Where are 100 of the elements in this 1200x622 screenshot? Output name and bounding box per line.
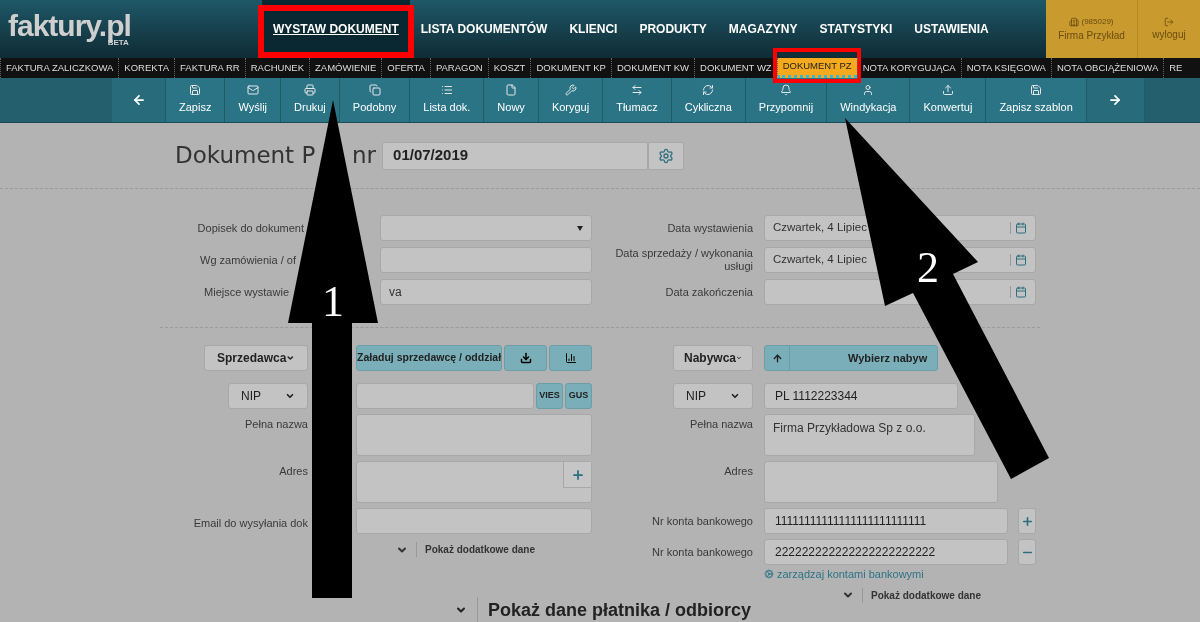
add-button[interactable]	[1018, 508, 1036, 534]
select-field[interactable]	[380, 215, 592, 241]
back-button[interactable]	[112, 78, 166, 122]
toolbar-button[interactable]: Cykliczna	[671, 78, 746, 122]
toolbar-button[interactable]: Zapisz	[166, 78, 226, 122]
arrow-left-icon	[131, 93, 146, 107]
show-more-link[interactable]: Pokaż dodatkowe dane	[416, 542, 536, 557]
choose-buyer-button[interactable]: Wybierz nabyw	[764, 345, 938, 371]
toolbar-button[interactable]: Zapisz szablon	[986, 78, 1087, 122]
nav-link[interactable]: MAGAZYNY	[717, 0, 809, 58]
toolbar-button[interactable]: Nowy	[484, 78, 539, 122]
envelope-icon	[246, 84, 259, 97]
cog-icon	[764, 569, 774, 580]
file-icon	[505, 84, 518, 97]
input-field[interactable]	[356, 508, 592, 534]
toolbar-button[interactable]: Windykacja	[827, 78, 911, 122]
text-area[interactable]: Firma Przykładowa Sp z o.o.	[764, 414, 975, 456]
toolbar-button[interactable]: Drukuj	[281, 78, 340, 122]
role-select[interactable]: Sprzedawca	[204, 345, 308, 371]
field-label: Adres	[279, 465, 308, 478]
page-title: nr	[352, 141, 377, 171]
id-type-select[interactable]: NIP	[228, 383, 308, 409]
gus-button[interactable]: GUS	[565, 383, 592, 409]
person-icon	[862, 84, 875, 97]
text-area[interactable]	[356, 461, 592, 503]
field-label: Miejsce wystawie	[204, 285, 289, 299]
field-label: Nr konta bankowego	[652, 514, 753, 528]
gear-icon	[658, 147, 675, 164]
arrow-up-icon	[771, 352, 783, 364]
calendar-icon	[1015, 286, 1027, 298]
plus-icon	[1020, 514, 1034, 528]
toolbar-button[interactable]: Wyślij	[225, 78, 282, 122]
toolbar-button[interactable]: Lista dok.	[410, 78, 485, 122]
bell-icon	[780, 84, 792, 97]
field-label: Email do wysyłania dok	[193, 516, 308, 530]
save-icon	[1030, 84, 1043, 97]
input-field[interactable]: 222222222222222222222222	[764, 539, 1008, 565]
field-label: Pełna nazwa	[690, 418, 753, 431]
vies-button[interactable]: VIES	[536, 383, 563, 409]
input-field[interactable]	[356, 383, 534, 409]
document-type-tab[interactable]: DOKUMENT PZ	[776, 58, 857, 78]
field-label: Dopisek do dokument	[197, 221, 304, 235]
toolbar-button[interactable]: Konwertuj	[910, 78, 987, 122]
load-seller-button[interactable]: Załaduj sprzedawcę / oddział	[356, 345, 503, 371]
chart-button[interactable]	[549, 345, 592, 371]
download-icon	[519, 352, 532, 364]
show-payer-link[interactable]: Pokaż dane płatnika / odbiorcy	[477, 596, 752, 622]
toolbar-button[interactable]: Tłumacz	[603, 78, 672, 122]
annotation-number: 1	[322, 277, 344, 326]
list-icon	[440, 84, 453, 97]
toolbar-button[interactable]: Przypomnij	[745, 78, 828, 122]
nav-link[interactable]: PRODUKTY	[628, 0, 718, 58]
field-label: Data wystawienia	[667, 221, 753, 235]
field-label: Nr konta bankowego	[652, 545, 753, 559]
field-label: Pełna nazwa	[245, 418, 308, 431]
building-icon	[1069, 16, 1080, 27]
nav-link[interactable]: KLIENCI	[558, 0, 629, 58]
wrench-icon	[564, 84, 577, 97]
role-select[interactable]: Nabywca	[673, 345, 753, 371]
field-label: Wg zamówienia / of	[200, 253, 296, 267]
printer-icon	[303, 84, 316, 97]
toolbar-button[interactable]: Koryguj	[538, 78, 604, 122]
settings-button[interactable]	[648, 141, 685, 170]
input-field[interactable]: 11111111111111111111111111	[764, 508, 1008, 534]
annotation-number: 2	[917, 243, 939, 292]
text-area[interactable]	[764, 461, 998, 503]
add-button[interactable]	[563, 462, 591, 488]
caret-icon	[286, 353, 295, 363]
copy-icon	[368, 84, 381, 97]
arrow-right-icon	[1108, 93, 1123, 107]
toolbar-button[interactable]: Podobny	[339, 78, 411, 122]
id-type-select[interactable]: NIP	[673, 383, 753, 409]
nav-link[interactable]: USTAWIENIA	[903, 0, 1000, 58]
download-button[interactable]	[504, 345, 548, 371]
logout-icon	[1164, 16, 1174, 27]
bar-chart-icon	[564, 352, 577, 364]
dropdown-caret-icon	[577, 225, 583, 231]
number-field[interactable]: 01/07/2019	[382, 141, 649, 170]
forward-button[interactable]	[1086, 78, 1145, 122]
field-label: Data zakończenia	[665, 285, 753, 299]
page-title: Dokument P	[175, 141, 316, 171]
upload-icon	[941, 84, 954, 97]
remove-button[interactable]	[1018, 539, 1036, 565]
caret-icon	[730, 391, 740, 401]
caret-icon	[285, 391, 295, 401]
calendar-icon	[1015, 254, 1027, 266]
save-icon	[189, 84, 202, 97]
input-field[interactable]: va	[380, 279, 592, 305]
field-label: Data sprzedaży / wykonania usługi	[614, 247, 753, 273]
input-field[interactable]	[380, 247, 592, 273]
input-field[interactable]: PL 1112223344	[764, 383, 958, 409]
plus-icon	[570, 467, 585, 482]
text-area[interactable]	[356, 414, 592, 456]
field-label: Adres	[724, 465, 753, 478]
show-more-link[interactable]: Pokaż dodatkowe dane	[862, 587, 982, 603]
refresh-icon	[702, 84, 715, 97]
nav-link[interactable]: LISTA DOKUMENTÓW	[409, 0, 559, 58]
calendar-icon	[1015, 222, 1027, 234]
swap-icon	[630, 84, 643, 97]
nav-link[interactable]: STATYSTYKI	[808, 0, 904, 58]
